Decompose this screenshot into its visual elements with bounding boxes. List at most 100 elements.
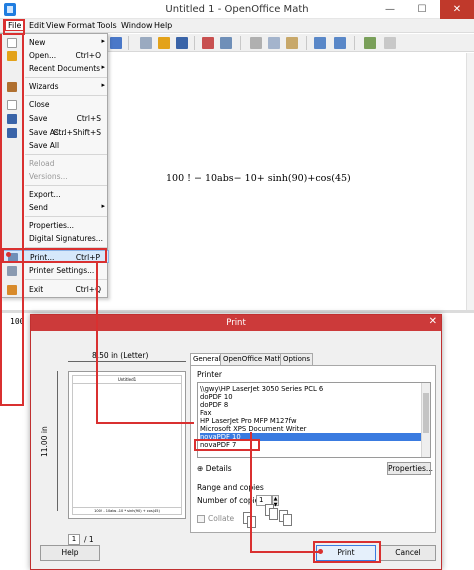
rendered-formula: 100 ! − 10abs− 10+ sinh(90)+cos(45) xyxy=(166,173,351,184)
width-ruler xyxy=(68,361,186,362)
submenu-arrow-icon: ▸ xyxy=(101,63,105,71)
undo-icon[interactable] xyxy=(314,37,326,49)
paste-icon[interactable] xyxy=(286,37,298,49)
menu-separator xyxy=(25,185,107,186)
annotation-connector xyxy=(96,262,98,422)
cancel-button[interactable]: Cancel xyxy=(380,545,436,561)
properties-button[interactable]: Properties... xyxy=(387,462,433,475)
menu-item-label: Versions... xyxy=(29,172,68,181)
menu-separator xyxy=(25,95,107,96)
menu-item-label: New xyxy=(29,38,46,47)
printer-list-item[interactable]: doPDF 8 xyxy=(200,401,422,409)
menu-item-label: Recent Documents xyxy=(29,64,101,73)
dialog-body: 8.50 in (Letter) 11.00 in Untitled1 100!… xyxy=(34,331,438,567)
toolbar-separator xyxy=(240,36,241,50)
paper-height-label: 11.00 in xyxy=(40,426,49,457)
submenu-arrow-icon: ▸ xyxy=(101,37,105,45)
range-copies-label: Range and copies xyxy=(197,483,264,492)
dialog-title: Print xyxy=(226,318,246,328)
menu-item-label: Save xyxy=(29,114,48,123)
new-document-icon[interactable] xyxy=(140,37,152,49)
toolbar-separator xyxy=(128,36,129,50)
formula-view[interactable]: 100 ! − 10abs− 10+ sinh(90)+cos(45) xyxy=(108,53,474,310)
menu-separator xyxy=(25,216,107,217)
tab-options[interactable]: Options xyxy=(280,353,314,365)
printer-list-item[interactable]: Fax xyxy=(200,409,422,417)
open-folder-icon[interactable] xyxy=(158,37,170,49)
edit-file-icon[interactable] xyxy=(110,37,122,49)
close-button[interactable]: ✕ xyxy=(440,0,474,19)
printer-list-scrollbar[interactable] xyxy=(421,383,430,457)
menu-separator xyxy=(25,77,107,78)
toolbar-separator xyxy=(306,36,307,50)
menu-tools[interactable]: Tools xyxy=(97,21,117,30)
save-icon[interactable] xyxy=(176,37,188,49)
minimize-button[interactable]: — xyxy=(374,0,406,19)
preview-page-total: / 1 xyxy=(84,535,94,544)
menu-bar: File Edit View Format Tools Window Help xyxy=(0,19,474,33)
printer-list-item[interactable]: doPDF 10 xyxy=(200,393,422,401)
print-preview-page: Untitled1 100! - 10abs -10 * sinh(90) + … xyxy=(68,371,186,519)
copy-icon[interactable] xyxy=(268,37,280,49)
collate-page-icon xyxy=(283,514,292,526)
menu-item-label: Save All xyxy=(29,141,60,150)
details-toggle[interactable]: ⊕ Details xyxy=(197,464,232,473)
tab-openoffice-math[interactable]: OpenOffice Math xyxy=(220,353,285,365)
submenu-arrow-icon: ▸ xyxy=(101,81,105,89)
menu-column-highlight xyxy=(0,34,24,406)
preview-page-input[interactable]: 1 xyxy=(68,534,80,545)
dialog-title-bar: Print ✕ xyxy=(31,315,441,331)
print-button-highlight xyxy=(313,541,381,563)
preview-content-area: Untitled1 100! - 10abs -10 * sinh(90) + … xyxy=(72,375,182,515)
annotation-connector xyxy=(96,422,194,424)
expand-icon: ⊕ xyxy=(197,464,204,473)
cut-icon[interactable] xyxy=(250,37,262,49)
menu-item-label: Wizards xyxy=(29,82,59,91)
submenu-arrow-icon: ▸ xyxy=(101,202,105,210)
zoom-icon[interactable] xyxy=(364,37,376,49)
print-menu-item-highlight xyxy=(2,248,107,263)
printer-list-item[interactable]: Microsoft XPS Document Writer xyxy=(200,425,422,433)
preview-header: Untitled1 xyxy=(73,376,181,384)
menu-format[interactable]: Format xyxy=(67,21,95,30)
menu-item-label: Close xyxy=(29,100,50,109)
printer-section-label: Printer xyxy=(197,370,222,379)
toolbar-separator xyxy=(354,36,355,50)
height-ruler xyxy=(57,371,58,511)
menu-separator xyxy=(25,279,107,280)
details-label: Details xyxy=(205,464,232,473)
printer-list-item[interactable]: \\gwy\HP LaserJet 3050 Series PCL 6 xyxy=(200,385,422,393)
menu-item-label: Printer Settings... xyxy=(29,266,95,275)
help-button[interactable]: Help xyxy=(40,545,100,561)
collate-page-icon xyxy=(269,508,278,520)
annotation-connector xyxy=(250,551,320,553)
menu-separator xyxy=(25,154,107,155)
collate-label: Collate xyxy=(208,514,235,523)
paper-size-label: 8.50 in (Letter) xyxy=(92,351,149,360)
standard-toolbar xyxy=(108,34,474,52)
print-icon[interactable] xyxy=(220,37,232,49)
printer-list-item[interactable]: HP LaserJet Pro MFP M127fw xyxy=(200,417,422,425)
menu-view[interactable]: View xyxy=(46,21,65,30)
annotation-dot xyxy=(318,549,323,554)
menu-item-label: Reload xyxy=(29,159,55,168)
file-menu-highlight xyxy=(3,19,25,35)
menu-help[interactable]: Help xyxy=(154,21,172,30)
menu-item-label: Digital Signatures... xyxy=(29,234,103,243)
toolbar-separator xyxy=(194,36,195,50)
maximize-button[interactable]: ☐ xyxy=(406,0,438,19)
menu-item-shortcut: Ctrl+S xyxy=(76,114,101,123)
collate-checkbox[interactable] xyxy=(197,515,205,523)
annotation-connector xyxy=(250,432,252,552)
help-icon[interactable] xyxy=(384,37,396,49)
scrollbar-thumb[interactable] xyxy=(423,393,429,433)
menu-window[interactable]: Window xyxy=(121,21,153,30)
export-pdf-icon[interactable] xyxy=(202,37,214,49)
menu-item-label: Send xyxy=(29,203,48,212)
vertical-scrollbar[interactable] xyxy=(466,53,474,310)
menu-item-label: Export... xyxy=(29,190,61,199)
menu-item-label: Open... xyxy=(29,51,57,60)
redo-icon[interactable] xyxy=(334,37,346,49)
menu-edit[interactable]: Edit xyxy=(29,21,45,30)
dialog-close-icon[interactable]: ✕ xyxy=(429,316,437,327)
